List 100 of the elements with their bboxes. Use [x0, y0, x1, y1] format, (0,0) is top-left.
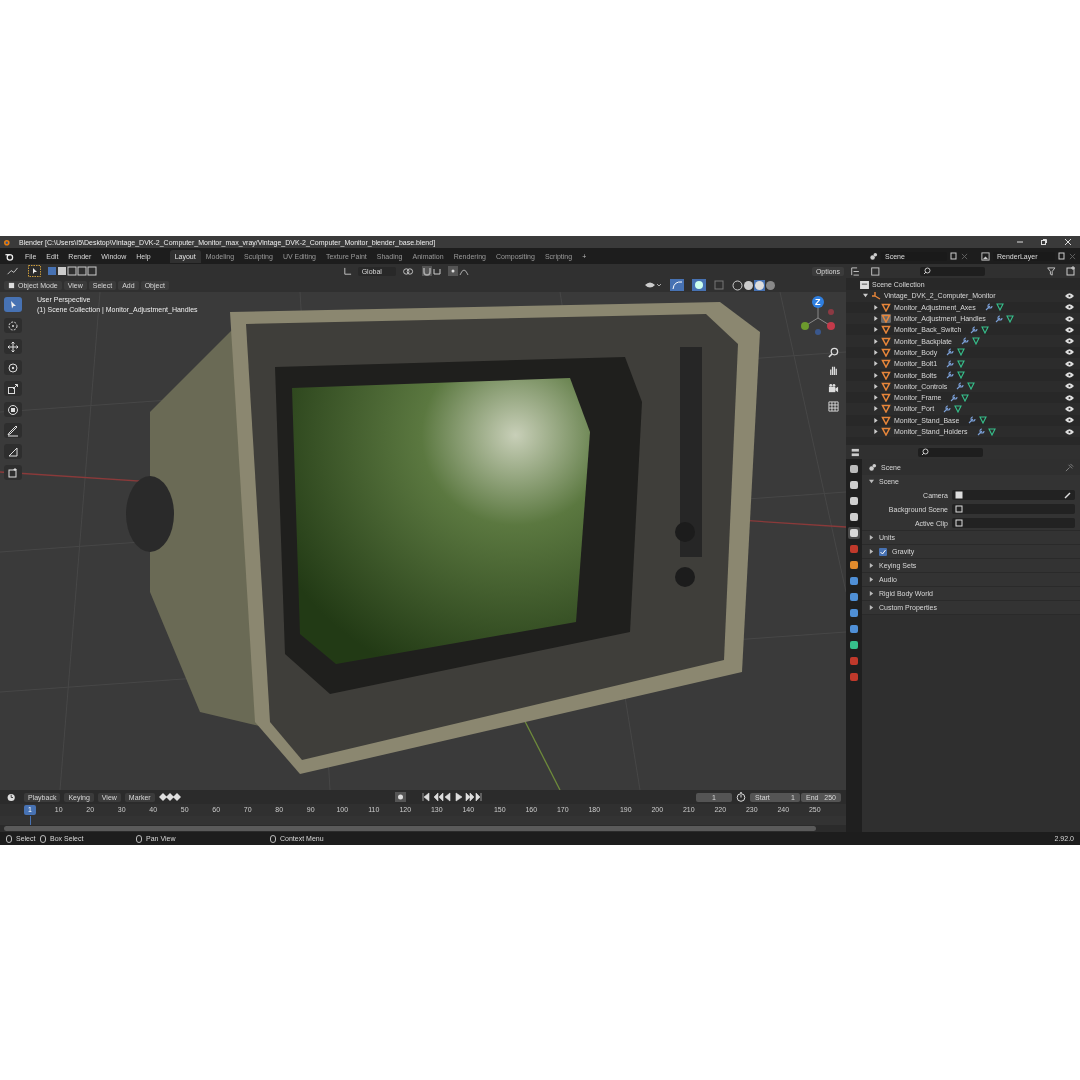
eye-icon[interactable]: [1065, 304, 1074, 311]
mesh-object-icon[interactable]: [881, 336, 891, 346]
scene-icon[interactable]: [869, 251, 878, 261]
new-collection-icon[interactable]: [1066, 266, 1076, 276]
search-field[interactable]: [920, 266, 985, 276]
eyedropper-icon[interactable]: [1064, 491, 1072, 499]
playback-controls-icon[interactable]: [421, 792, 482, 802]
copy-icon[interactable]: [950, 252, 958, 260]
blender-logo-icon: [2, 238, 10, 246]
properties-tab-icon[interactable]: [848, 639, 860, 651]
wrench-icon: [946, 359, 955, 368]
wrench-icon: [946, 348, 955, 357]
property-field[interactable]: [952, 490, 1075, 500]
mesh-object-icon[interactable]: [881, 347, 891, 357]
overlay-toggle-icon[interactable]: [692, 279, 706, 291]
transform-icon[interactable]: [4, 402, 22, 417]
gizmo-axis-label: Z: [815, 298, 821, 307]
select-box-icon[interactable]: [28, 265, 41, 277]
wrench-icon: [994, 314, 1003, 323]
stopwatch-icon[interactable]: [736, 792, 746, 802]
eye-icon[interactable]: [1065, 394, 1074, 401]
mesh-object-icon[interactable]: [881, 393, 891, 403]
expand-arrow-icon[interactable]: [869, 535, 874, 540]
eye-icon[interactable]: [1065, 326, 1074, 333]
properties-tab-icon[interactable]: [848, 591, 860, 603]
pencil-icon[interactable]: [4, 423, 22, 438]
expand-arrow-icon[interactable]: [874, 429, 878, 434]
record-icon[interactable]: [394, 792, 406, 802]
mesh-object-icon[interactable]: [881, 370, 891, 380]
scale-icon[interactable]: [4, 381, 22, 396]
mesh-object-icon[interactable]: [881, 325, 891, 335]
expand-arrow-icon[interactable]: [869, 605, 874, 610]
eye-icon[interactable]: [1065, 338, 1074, 345]
expand-arrow-icon[interactable]: [869, 591, 874, 596]
restore-icon[interactable]: [1040, 238, 1048, 246]
wrench-icon: [950, 393, 959, 402]
wrench-icon: [976, 427, 985, 436]
axes-icon[interactable]: [342, 266, 352, 276]
image-icon[interactable]: [981, 251, 990, 261]
select-box-icon[interactable]: [4, 297, 22, 312]
eye-icon[interactable]: [1065, 417, 1074, 424]
mesh-object-icon[interactable]: [881, 415, 891, 425]
properties-tab-icon[interactable]: [848, 575, 860, 587]
wrench-icon: [956, 382, 965, 391]
rotate-icon[interactable]: [4, 360, 22, 375]
camera-icon[interactable]: [828, 383, 839, 394]
eye-icon[interactable]: [1065, 315, 1074, 322]
mesh-object-icon[interactable]: [881, 427, 891, 436]
minimize-icon[interactable]: [1016, 238, 1024, 246]
copy-icon[interactable]: [1058, 252, 1066, 260]
link-icon[interactable]: [401, 266, 416, 276]
editor-type-icon[interactable]: [6, 266, 20, 276]
ruler-icon[interactable]: [4, 444, 22, 459]
mesh-object-icon[interactable]: [881, 314, 891, 324]
property-field[interactable]: [952, 518, 1075, 528]
keyframe-icon[interactable]: [158, 793, 181, 801]
cursor-icon[interactable]: [4, 318, 22, 333]
pin-icon[interactable]: [1065, 462, 1074, 472]
eye-icon[interactable]: [1065, 405, 1074, 412]
eye-icon[interactable]: [1065, 292, 1074, 299]
mesh-object-icon[interactable]: [881, 404, 891, 414]
expand-arrow-icon[interactable]: [869, 549, 874, 554]
properties-tab-icon[interactable]: [848, 559, 860, 571]
mesh-object-icon[interactable]: [881, 359, 891, 369]
navigation-gizmo[interactable]: [798, 296, 838, 338]
search-icon: [921, 448, 929, 456]
mesh-object-icon[interactable]: [881, 302, 891, 312]
properties-tab-icon[interactable]: [848, 527, 860, 539]
properties-tab-icon[interactable]: [848, 623, 860, 635]
visibility-icon[interactable]: [644, 280, 662, 290]
eye-icon[interactable]: [1065, 360, 1074, 367]
properties-tab-icon[interactable]: [848, 495, 860, 507]
shading-modes-icon[interactable]: [732, 279, 776, 291]
timeline-scrollbar[interactable]: [4, 826, 816, 831]
expand-arrow-icon[interactable]: [869, 563, 874, 568]
magnet-icon[interactable]: [421, 266, 442, 276]
grid-icon[interactable]: [828, 401, 839, 412]
wrench-icon: [984, 303, 993, 312]
mesh-object-icon[interactable]: [881, 381, 891, 391]
eye-icon[interactable]: [1065, 383, 1074, 390]
search-field[interactable]: [918, 447, 983, 457]
checkbox[interactable]: [879, 547, 887, 556]
properties-tab-icon[interactable]: [848, 479, 860, 491]
move-icon[interactable]: [4, 339, 22, 354]
properties-tab-icon[interactable]: [848, 511, 860, 523]
eye-icon[interactable]: [1065, 372, 1074, 378]
expand-arrow-icon[interactable]: [863, 293, 868, 299]
eye-icon[interactable]: [1065, 349, 1074, 356]
blender-logo-icon[interactable]: [4, 251, 14, 261]
expand-arrow-icon[interactable]: [869, 577, 874, 582]
properties-tab-icon[interactable]: [848, 463, 860, 475]
zoom-icon[interactable]: [828, 347, 839, 358]
properties-tab-icon[interactable]: [848, 607, 860, 619]
wrench-icon: [968, 416, 977, 425]
property-field[interactable]: [952, 504, 1075, 514]
expand-arrow-icon[interactable]: [869, 479, 874, 484]
eye-icon[interactable]: [1065, 428, 1074, 435]
proportional-icon[interactable]: [447, 266, 470, 276]
selection-mode-icon[interactable]: [47, 266, 97, 276]
gizmo-toggle-icon[interactable]: [670, 279, 684, 291]
